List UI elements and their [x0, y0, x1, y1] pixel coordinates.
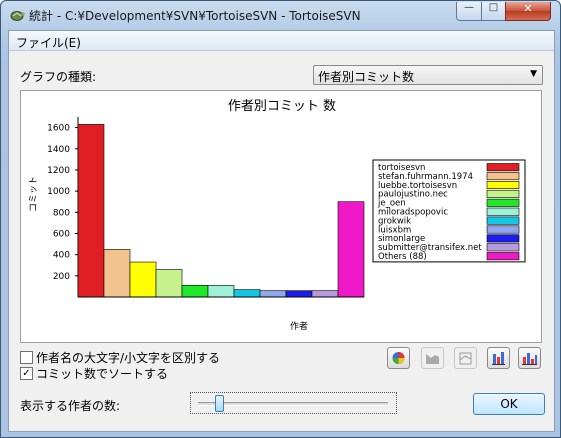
bar-6	[233, 289, 261, 298]
legend-swatch-8	[486, 234, 520, 243]
bar-5	[207, 285, 235, 298]
legend-swatch-3	[486, 189, 520, 198]
legend-swatch-0	[486, 163, 520, 172]
bar-10	[337, 201, 365, 298]
commits-by-author-chart: 作者別コミット 数 コミット 作者 200 400 600 800 1000 1200 14…	[29, 99, 526, 332]
sort-by-commits-checkbox[interactable]: ✓	[20, 367, 33, 380]
authors-count-slider[interactable]	[190, 392, 397, 414]
legend-swatch-9	[486, 243, 520, 252]
chevron-down-icon: ▼	[530, 69, 537, 79]
bar-chart-icon	[492, 352, 505, 365]
legend-swatch-2	[486, 181, 520, 190]
stacked-chart-button[interactable]	[454, 347, 477, 369]
title-bar[interactable]: 統計 - C:¥Development¥SVN¥TortoiseSVN - To…	[1, 1, 560, 29]
graph-type-selected: 作者別コミット数	[318, 70, 415, 84]
legend-swatch-7	[486, 225, 520, 234]
bar-8	[285, 290, 313, 298]
chart-title: 作者別コミット 数	[228, 99, 336, 114]
chart-panel: 作者別コミット 数 コミット 作者 200 400 600 800 1000 1200 14…	[20, 90, 542, 343]
authors-count-label: 表示する作者の数:	[20, 399, 121, 413]
bar-3	[155, 269, 183, 298]
area-chart-icon	[426, 354, 439, 364]
y-tick-label: 600	[53, 229, 70, 239]
y-tick-label: 1400	[47, 145, 70, 155]
slider-thumb[interactable]	[215, 395, 224, 412]
bar-4	[181, 285, 209, 298]
graph-type-dropdown[interactable]: 作者別コミット数 ▼	[313, 65, 543, 85]
case-sensitive-checkbox[interactable]	[20, 351, 33, 364]
dialog-client: ファイル(E) グラフの種類: 作者別コミット数 ▼ 作者別コミット 数 コミッ…	[8, 30, 555, 432]
histogram-button[interactable]	[518, 347, 541, 369]
minimize-button[interactable]: —	[456, 2, 482, 21]
stacked-chart-icon	[459, 352, 472, 365]
menu-bar: ファイル(E)	[9, 31, 554, 51]
window-title: 統計 - C:¥Development¥SVN¥TortoiseSVN - To…	[29, 9, 361, 23]
legend-label-10: Others (88)	[378, 252, 427, 262]
histogram-icon	[522, 353, 537, 365]
legend-swatch-1	[486, 172, 520, 181]
x-axis-label: 作者	[290, 320, 308, 332]
tortoise-icon	[10, 11, 25, 21]
area-chart-button[interactable]	[421, 347, 444, 369]
y-tick-label: 1600	[47, 124, 70, 134]
y-tick-label: 200	[53, 272, 70, 282]
bar-chart-button[interactable]	[487, 347, 510, 369]
y-tick-label: 1200	[47, 166, 70, 176]
slider-track	[198, 402, 388, 406]
maximize-button[interactable]: □	[481, 2, 506, 21]
pie-chart-button[interactable]	[387, 347, 410, 369]
bar-0	[77, 124, 105, 298]
legend-swatch-10	[486, 252, 520, 261]
bar-1	[103, 249, 131, 298]
bar-7	[259, 290, 287, 298]
sort-by-commits-label: コミット数でソートする	[36, 367, 169, 381]
legend-swatch-5	[486, 207, 520, 216]
y-tick-label: 800	[53, 208, 70, 218]
y-axis-label: コミット	[29, 176, 39, 212]
ok-button[interactable]: OK	[473, 393, 545, 415]
bar-2	[129, 261, 157, 298]
y-tick-label: 1000	[47, 187, 70, 197]
y-tick-label: 400	[53, 251, 70, 261]
statistics-window: 統計 - C:¥Development¥SVN¥TortoiseSVN - To…	[0, 0, 561, 438]
legend-swatch-6	[486, 216, 520, 225]
close-button[interactable]: ✕	[505, 2, 551, 21]
pie-chart-icon	[392, 352, 405, 364]
case-sensitive-label: 作者名の大文字/小文字を区別する	[36, 351, 221, 365]
graph-type-label: グラフの種類:	[20, 70, 97, 84]
legend-swatch-4	[486, 198, 520, 207]
menu-file[interactable]: ファイル(E)	[13, 33, 84, 52]
bar-9	[311, 290, 339, 298]
